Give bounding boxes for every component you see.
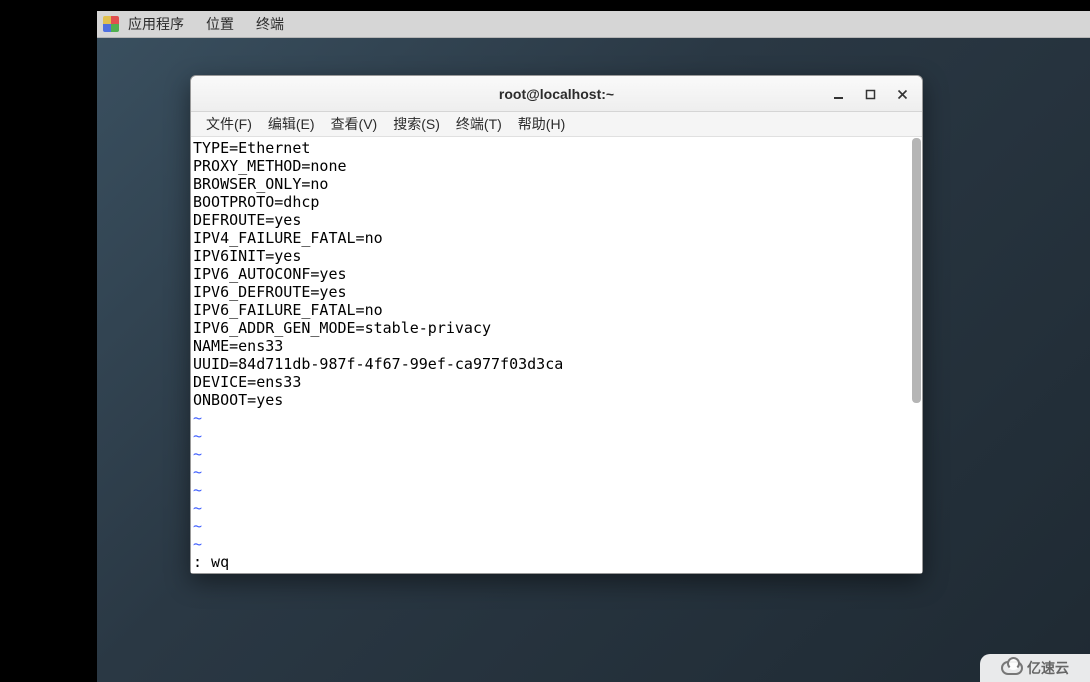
menu-terminal[interactable]: 终端(T) (448, 112, 510, 137)
close-button[interactable] (886, 80, 918, 108)
tilde-empty-line: ~ (193, 463, 920, 481)
maximize-button[interactable] (854, 80, 886, 108)
panel-menu-places[interactable]: 位置 (195, 11, 245, 38)
menu-search[interactable]: 搜索(S) (385, 112, 448, 137)
terminal-body[interactable]: TYPE=Ethernet PROXY_METHOD=none BROWSER_… (191, 137, 922, 573)
cloud-icon (1001, 661, 1023, 675)
tilde-empty-line: ~ (193, 427, 920, 445)
left-letterbox (0, 0, 97, 682)
vi-command-line[interactable]: : wq (193, 553, 229, 571)
window-title: root@localhost:~ (499, 86, 614, 102)
menu-view[interactable]: 查看(V) (323, 112, 386, 137)
tilde-empty-line: ~ (193, 517, 920, 535)
minimize-button[interactable] (822, 80, 854, 108)
window-title-bar[interactable]: root@localhost:~ (191, 76, 922, 112)
terminal-menu-bar: 文件(F) 编辑(E) 查看(V) 搜索(S) 终端(T) 帮助(H) (191, 112, 922, 137)
menu-help[interactable]: 帮助(H) (510, 112, 573, 137)
tilde-empty-line: ~ (193, 481, 920, 499)
tilde-empty-line: ~ (193, 499, 920, 517)
tilde-empty-line: ~ (193, 445, 920, 463)
top-letterbox (0, 0, 1090, 11)
panel-menu-applications[interactable]: 应用程序 (126, 11, 195, 38)
gnome-top-panel: 应用程序 位置 终端 (97, 11, 1090, 38)
applications-icon (103, 16, 119, 32)
tilde-empty-line: ~ (193, 409, 920, 427)
tilde-empty-line: ~ (193, 535, 920, 553)
watermark-text: 亿速云 (1027, 658, 1069, 678)
file-content-lines: TYPE=Ethernet PROXY_METHOD=none BROWSER_… (193, 139, 563, 409)
panel-menu-terminal[interactable]: 终端 (245, 11, 295, 38)
watermark: 亿速云 (980, 654, 1090, 682)
terminal-window: root@localhost:~ 文件(F) 编辑(E) 查看(V) 搜索(S)… (190, 75, 923, 574)
window-controls (822, 76, 918, 112)
menu-edit[interactable]: 编辑(E) (260, 112, 323, 137)
menu-file[interactable]: 文件(F) (198, 112, 260, 137)
editor-content[interactable]: TYPE=Ethernet PROXY_METHOD=none BROWSER_… (191, 137, 922, 555)
scrollbar[interactable] (912, 138, 921, 403)
